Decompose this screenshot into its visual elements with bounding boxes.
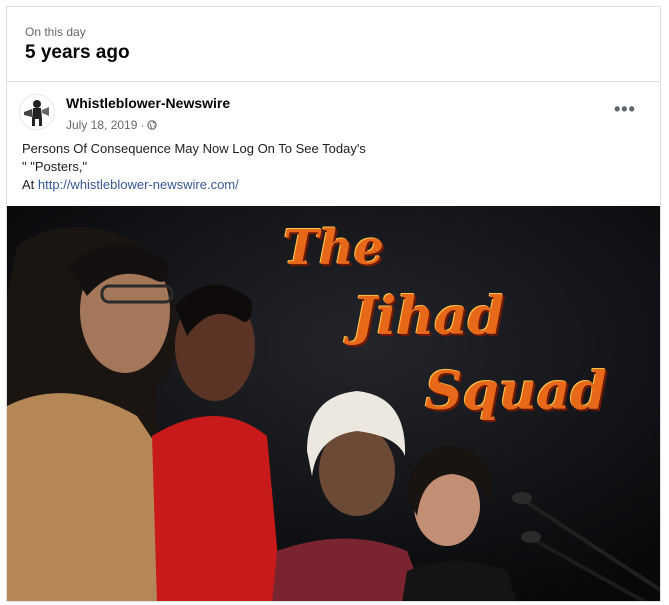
image-title-line-3: Squad	[425, 361, 607, 422]
memory-card: On this day 5 years ago Whistleblower-Ne…	[6, 6, 661, 602]
post-text-line-2: " "Posters,"	[22, 159, 88, 174]
post-meta: July 18, 2019 ·	[66, 118, 158, 132]
post-link[interactable]: http://whistleblower-newswire.com/	[38, 177, 239, 192]
image-title-line-2: Jihad	[352, 286, 505, 347]
image-title-line-1: The	[283, 220, 385, 276]
post-text: Persons Of Consequence May Now Log On To…	[22, 140, 650, 194]
meta-separator: ·	[140, 118, 145, 132]
memory-header: On this day 5 years ago	[7, 7, 660, 82]
post-image[interactable]: The Jihad Squad	[7, 206, 660, 601]
post-text-prefix: At	[22, 177, 38, 192]
on-this-day-label: On this day	[25, 25, 86, 39]
post-text-line-1: Persons Of Consequence May Now Log On To…	[22, 141, 366, 156]
globe-icon	[147, 120, 158, 130]
post-date[interactable]: July 18, 2019	[66, 118, 137, 132]
avatar[interactable]	[19, 94, 55, 130]
post-header: Whistleblower-Newswire July 18, 2019 · •…	[7, 82, 660, 132]
author-name[interactable]: Whistleblower-Newswire	[66, 95, 230, 111]
megaphone-logo-icon	[20, 95, 54, 129]
post-text-line-3: At http://whistleblower-newswire.com/	[22, 176, 650, 194]
more-options-button[interactable]: •••	[614, 100, 638, 120]
years-ago-heading: 5 years ago	[25, 42, 130, 63]
